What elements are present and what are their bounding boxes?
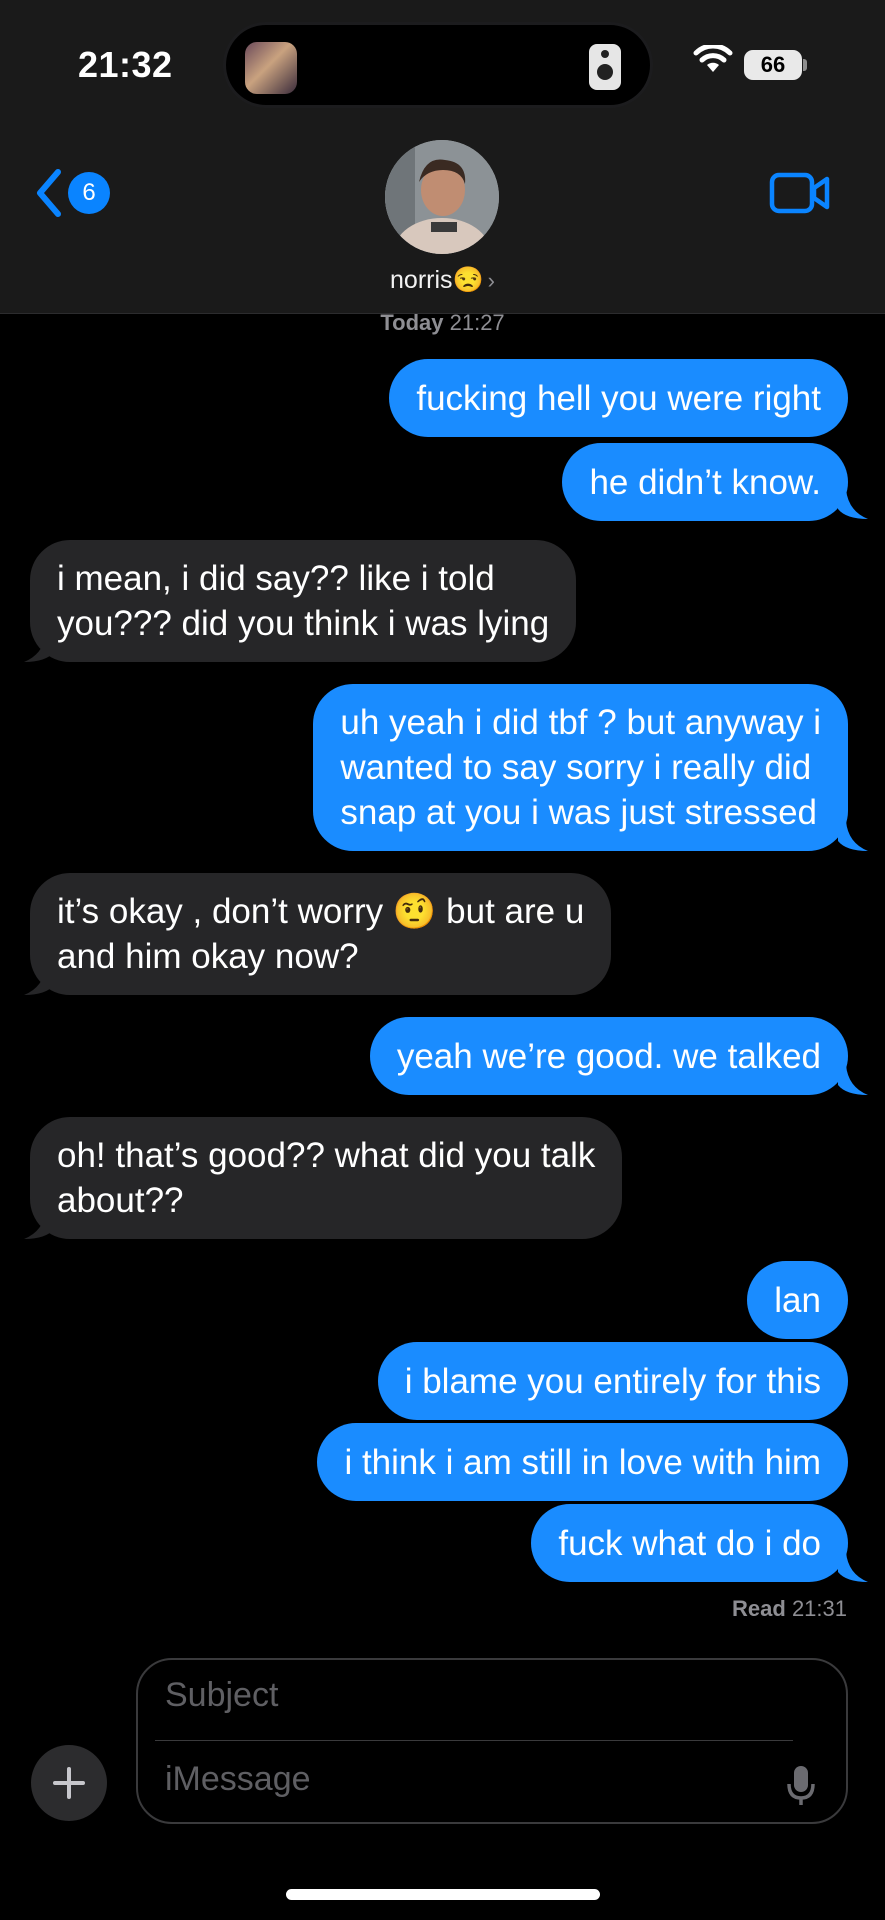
subject-field[interactable]: Subject <box>165 1676 278 1715</box>
bubble-tail <box>24 632 54 662</box>
composer-divider <box>155 1740 793 1741</box>
timestamp-day: Today <box>380 310 444 335</box>
bubble-tail <box>24 1209 54 1239</box>
message-bubble-sent[interactable]: fucking hell you were right <box>389 359 848 437</box>
battery-level: 66 <box>744 50 802 80</box>
message-bubble-sent[interactable]: fuck what do i do <box>531 1504 848 1582</box>
conversation-timestamp: Today 21:27 <box>0 310 885 336</box>
status-time: 21:32 <box>78 44 173 85</box>
unread-count-badge[interactable]: 6 <box>68 172 110 214</box>
bubble-tail <box>838 489 868 519</box>
message-line: wanted to say sorry i really did <box>340 748 812 787</box>
message-line: i blame you entirely for this <box>404 1361 821 1401</box>
back-chevron-icon[interactable] <box>34 168 64 218</box>
message-bubble-sent[interactable]: i think i am still in love with him <box>317 1423 848 1501</box>
message-bubble-sent[interactable]: lan <box>747 1261 848 1339</box>
message-bubble-received[interactable]: it’s okay , don’t worry 🤨 but are u and … <box>30 873 612 995</box>
message-line: uh yeah i did tbf ? but anyway i <box>340 703 821 742</box>
message-line: fucking hell you were right <box>416 378 821 418</box>
message-line: and him okay now? <box>57 937 359 976</box>
message-bubble-received[interactable]: i mean, i did say?? like i told you??? d… <box>30 540 577 662</box>
bubble-tail <box>838 1065 868 1095</box>
message-line: yeah we’re good. we talked <box>396 1036 821 1076</box>
contact-name[interactable]: norris😒 <box>390 266 484 294</box>
message-line: oh! that’s good?? what did you talk <box>57 1136 596 1175</box>
read-label: Read <box>732 1596 786 1621</box>
message-bubble-sent[interactable]: i blame you entirely for this <box>377 1342 848 1420</box>
message-bubble-sent[interactable]: uh yeah i did tbf ? but anyway i wanted … <box>313 684 848 851</box>
bubble-tail <box>24 965 54 995</box>
message-line: it’s okay , don’t worry 🤨 but are u <box>57 892 585 931</box>
wifi-icon <box>693 45 733 72</box>
home-indicator[interactable] <box>286 1889 600 1900</box>
message-line: i mean, i did say?? like i told <box>57 559 495 598</box>
read-receipt: Read 21:31 <box>732 1596 847 1622</box>
message-bubble-received[interactable]: oh! that’s good?? what did you talk abou… <box>30 1117 623 1239</box>
message-line: he didn’t know. <box>589 462 821 502</box>
bubble-tail <box>838 821 868 851</box>
message-line: you??? did you think i was lying <box>57 604 550 643</box>
plus-icon <box>53 1767 85 1799</box>
contact-chevron-icon: › <box>487 268 495 293</box>
message-bubble-sent[interactable]: he didn’t know. <box>562 443 848 521</box>
contact-avatar[interactable] <box>385 140 499 254</box>
message-line: lan <box>774 1280 821 1320</box>
now-playing-artwork[interactable] <box>245 42 297 94</box>
video-call-icon[interactable] <box>769 172 831 214</box>
timestamp-time: 21:27 <box>449 310 505 335</box>
message-line: fuck what do i do <box>558 1523 821 1563</box>
apps-plus-button[interactable] <box>31 1745 107 1821</box>
message-line: i think i am still in love with him <box>344 1442 821 1482</box>
message-line: about?? <box>57 1181 184 1220</box>
microphone-icon[interactable] <box>786 1764 816 1808</box>
message-input[interactable]: iMessage <box>165 1760 311 1799</box>
read-time: 21:31 <box>791 1596 847 1621</box>
contact-name-row[interactable]: norris😒 › <box>0 266 885 295</box>
message-line: snap at you i was just stressed <box>340 793 818 832</box>
speaker-icon <box>589 44 621 90</box>
message-bubble-sent[interactable]: yeah we’re good. we talked <box>369 1017 848 1095</box>
bubble-tail <box>838 1552 868 1582</box>
battery-tip <box>803 59 807 71</box>
